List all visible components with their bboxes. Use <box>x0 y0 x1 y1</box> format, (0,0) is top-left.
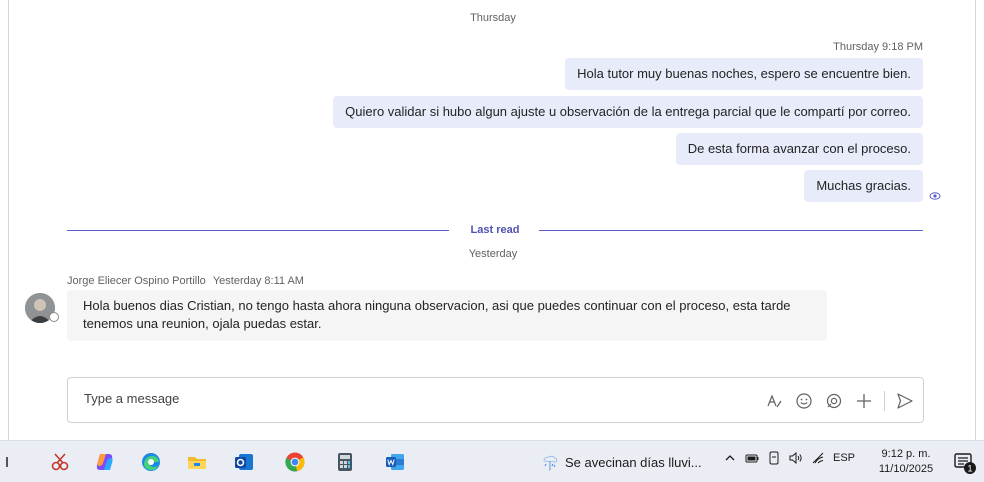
loop-icon[interactable] <box>824 391 844 411</box>
weather-text: Se avecinan días lluvi... <box>565 454 702 470</box>
chevron-up-icon[interactable] <box>723 451 737 465</box>
last-read-divider: Last read <box>67 224 923 238</box>
notification-icon[interactable]: 1 <box>953 451 977 475</box>
copilot-icon[interactable] <box>94 451 116 473</box>
system-tray: ESP <box>723 451 855 465</box>
notification-count: 1 <box>967 464 972 474</box>
taskbar-clock[interactable]: 9:12 p. m. 11/10/2025 <box>876 447 936 477</box>
clock-date: 11/10/2025 <box>878 463 934 475</box>
message-header: Jorge Eliecer Ospino Portillo Yesterday … <box>67 275 304 287</box>
clock-time: 9:12 p. m. <box>881 448 931 460</box>
weather-rain-icon <box>543 455 558 471</box>
battery-icon[interactable] <box>745 451 759 465</box>
divider-line <box>539 230 923 231</box>
calculator-icon[interactable] <box>334 451 356 473</box>
message-time: Yesterday 8:11 AM <box>212 275 304 287</box>
sent-timestamp: Thursday 9:18 PM <box>833 41 923 53</box>
volume-icon[interactable] <box>789 451 803 465</box>
language-indicator[interactable]: ESP <box>833 452 855 464</box>
sent-message[interactable]: Hola tutor muy buenas noches, espero se … <box>565 58 923 90</box>
plus-icon[interactable] <box>854 391 874 411</box>
sent-message[interactable]: De esta forma avanzar con el proceso. <box>675 133 923 165</box>
wifi-icon[interactable] <box>811 451 825 465</box>
weather-widget[interactable]: Se avecinan días lluvi... <box>541 453 702 471</box>
composer-toolbar <box>764 389 915 413</box>
teams-window: Thursday Thursday 9:18 PM Hola tutor muy… <box>0 0 984 482</box>
received-message[interactable]: Hola buenos dias Cristian, no tengo hast… <box>67 290 827 341</box>
message-composer[interactable]: Type a message <box>67 377 924 423</box>
chat-pane: Thursday Thursday 9:18 PM Hola tutor muy… <box>8 0 976 440</box>
sent-message[interactable]: Muchas gracias. <box>804 170 923 202</box>
edge-icon[interactable] <box>140 451 162 473</box>
day-separator: Thursday <box>470 12 516 24</box>
outlook-icon[interactable] <box>233 451 255 473</box>
device-icon[interactable] <box>767 451 781 465</box>
sender-name[interactable]: Jorge Eliecer Ospino Portillo <box>67 275 206 287</box>
presence-status-icon <box>49 312 59 322</box>
word-icon[interactable] <box>384 451 406 473</box>
chrome-icon[interactable] <box>284 451 306 473</box>
seen-eye-icon <box>929 192 941 200</box>
send-icon[interactable] <box>895 391 915 411</box>
toolbar-divider <box>884 391 885 411</box>
file-explorer-icon[interactable] <box>186 451 208 473</box>
format-icon[interactable] <box>764 391 784 411</box>
emoji-icon[interactable] <box>794 391 814 411</box>
day-separator: Yesterday <box>468 248 518 260</box>
message-input[interactable]: Type a message <box>84 391 179 406</box>
sent-message[interactable]: Quiero validar si hubo algun ajuste u ob… <box>333 96 923 128</box>
snipping-tool-icon[interactable] <box>50 451 72 473</box>
windows-taskbar: Se avecinan días lluvi... ESP 9:12 p. m.… <box>0 440 984 482</box>
taskbar-edge <box>6 457 8 467</box>
